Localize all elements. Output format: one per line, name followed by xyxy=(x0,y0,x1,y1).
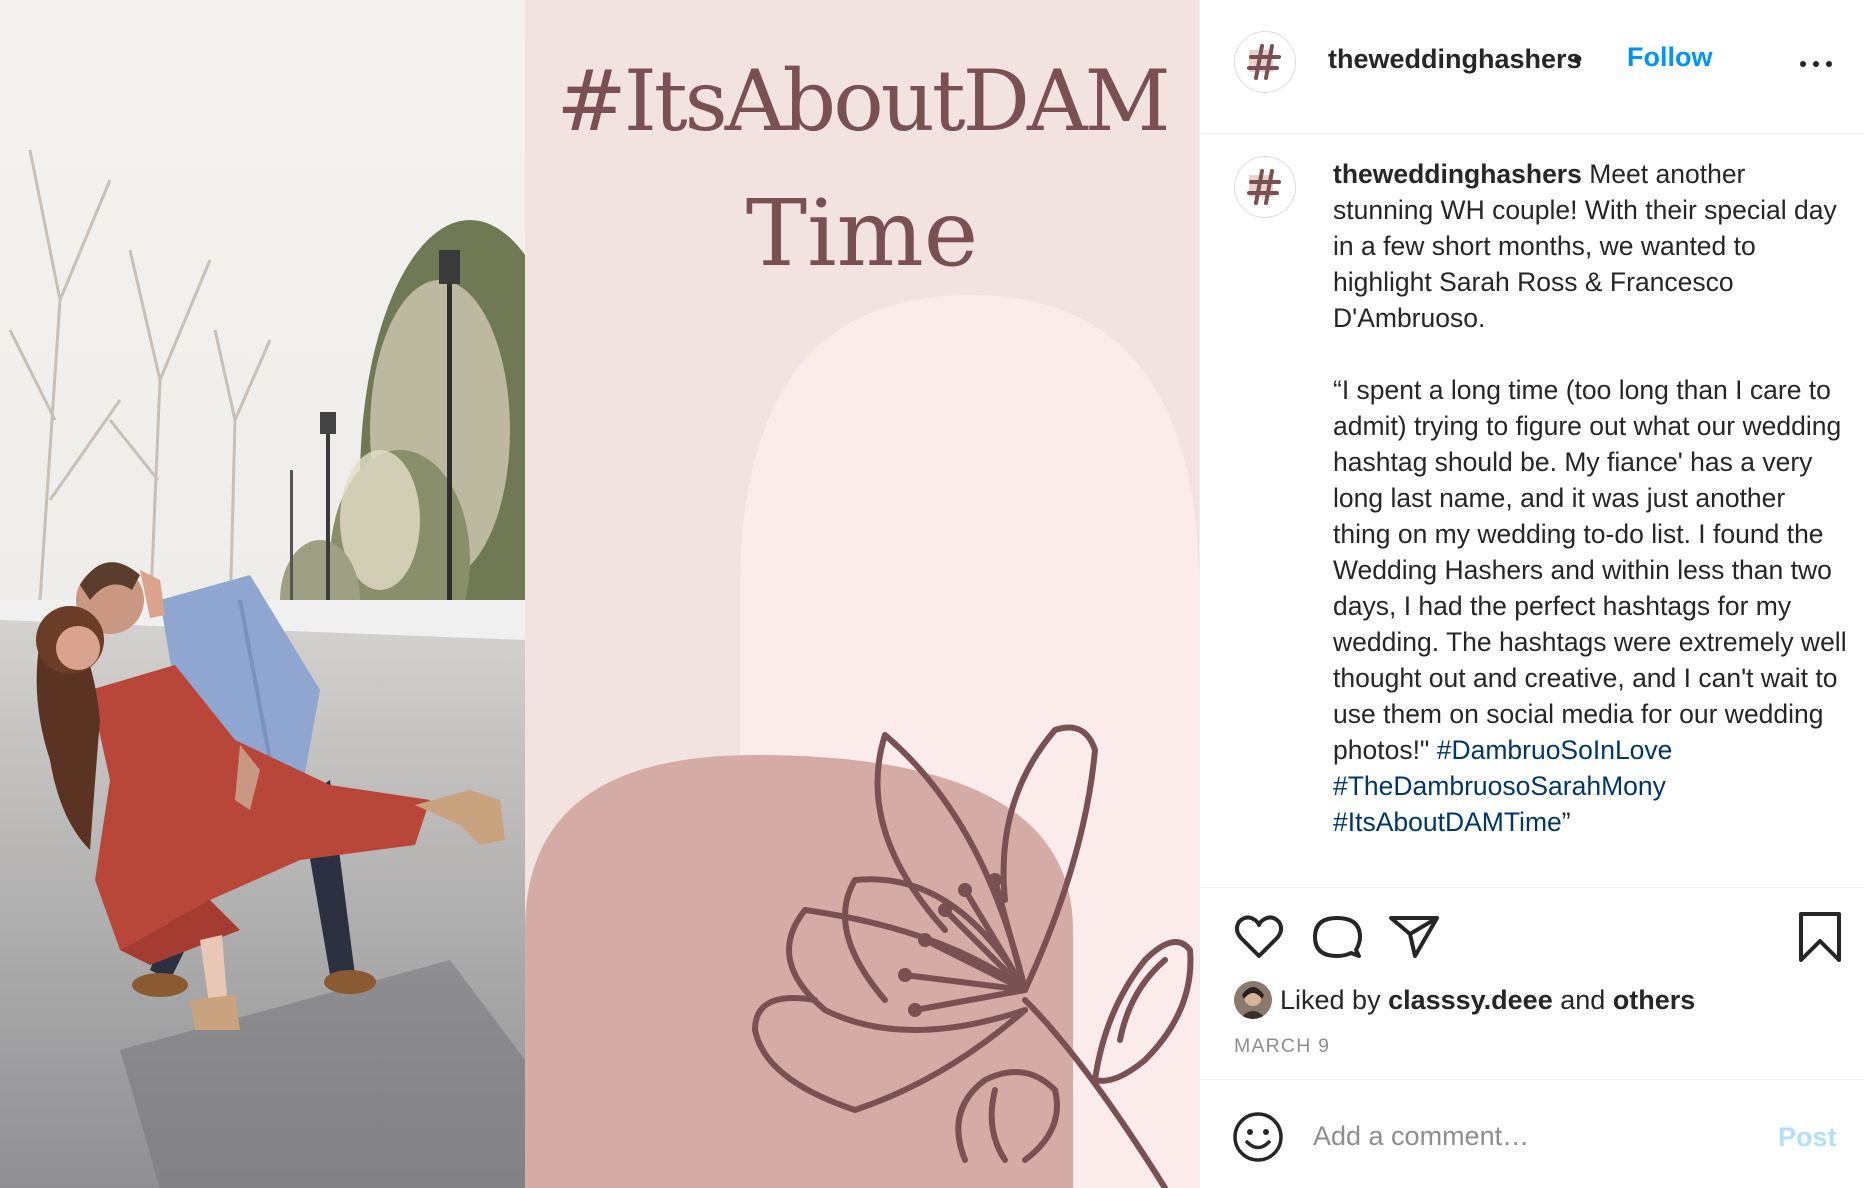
comment-divider xyxy=(1200,1079,1864,1080)
liker-username[interactable]: classsy.deee xyxy=(1388,985,1553,1015)
bookmark-icon[interactable] xyxy=(1793,910,1847,964)
likes-others-link[interactable]: others xyxy=(1613,985,1696,1015)
follow-button[interactable]: Follow xyxy=(1627,42,1712,73)
post-side-panel: theweddinghashers • Follow theweddinghas… xyxy=(1199,0,1864,1188)
post-date[interactable]: MARCH 9 xyxy=(1234,1035,1330,1058)
profile-avatar[interactable] xyxy=(1234,31,1296,93)
caption-username[interactable]: theweddinghashers xyxy=(1333,159,1582,189)
hashtag-link[interactable]: #ItsAboutDAMTime xyxy=(1333,807,1562,837)
comment-bubble-icon[interactable] xyxy=(1310,910,1364,964)
graphic-title-line-2: Time xyxy=(745,180,979,287)
likes-text: Liked by classsy.deee and others xyxy=(1280,985,1695,1016)
post-comment-button[interactable]: Post xyxy=(1778,1122,1837,1153)
caption-closing-quote: ” xyxy=(1561,807,1571,837)
comment-input[interactable] xyxy=(1313,1110,1753,1162)
caption-avatar[interactable] xyxy=(1234,156,1296,218)
header-divider xyxy=(1200,133,1864,134)
smiley-icon[interactable] xyxy=(1232,1111,1284,1163)
post-caption: theweddinghashers Meet another stunning … xyxy=(1333,156,1848,840)
liker-avatar[interactable] xyxy=(1234,981,1272,1019)
likes-prefix: Liked by xyxy=(1280,985,1389,1015)
header-separator: • xyxy=(1573,44,1583,74)
caption-divider xyxy=(1200,887,1864,888)
post-graphic: #ItsAboutDAM Time xyxy=(525,0,1199,1188)
caption-text: Meet another stunning WH couple! With th… xyxy=(1333,159,1847,765)
graphic-title-line-1: #ItsAboutDAM xyxy=(556,52,1170,150)
likes-middle: and xyxy=(1552,985,1613,1015)
more-horizontal-icon[interactable] xyxy=(1800,48,1834,78)
post-photo xyxy=(0,0,525,1188)
heart-icon[interactable] xyxy=(1232,910,1286,964)
hashtag-link[interactable]: #DambruoSoInLove xyxy=(1437,735,1673,765)
header-username[interactable]: theweddinghashers xyxy=(1328,44,1582,75)
paper-plane-icon[interactable] xyxy=(1387,910,1441,964)
floral-artwork xyxy=(525,295,1199,1188)
hashtag-link[interactable]: #TheDambruosoSarahMony xyxy=(1333,771,1666,801)
